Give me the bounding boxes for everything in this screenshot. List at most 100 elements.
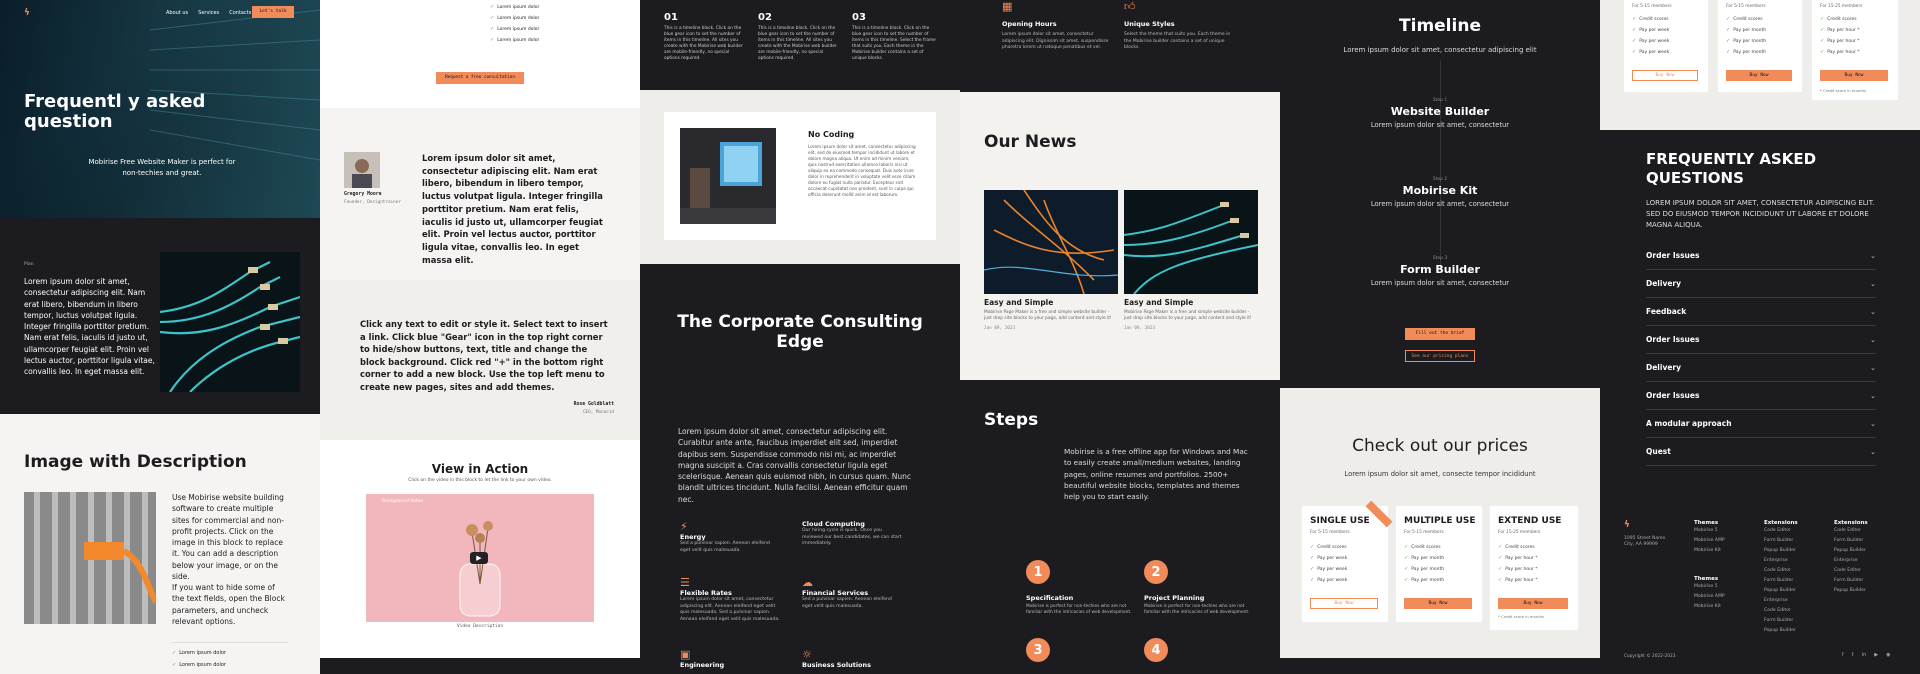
video-player[interactable]: Background Video ▶ bbox=[366, 494, 594, 622]
fill-brief-button[interactable]: Fill out the brief bbox=[1405, 328, 1475, 340]
faq-item[interactable]: Delivery ⌄ bbox=[1646, 270, 1876, 298]
column-4: ▦ Opening Hours Lorem ipsum dolor sit am… bbox=[960, 0, 1280, 674]
check-icon: ✓ bbox=[490, 4, 495, 10]
step-number: 4 bbox=[1144, 638, 1168, 662]
faq-item[interactable]: Order Issues ⌄ bbox=[1646, 326, 1876, 354]
faq-item[interactable]: Quest ⌄ bbox=[1646, 438, 1876, 466]
faq-item[interactable]: Order Issues ⌄ bbox=[1646, 382, 1876, 410]
footer-link[interactable]: Mobirise Kit bbox=[1694, 602, 1725, 612]
check-icon: ✓ bbox=[1726, 38, 1731, 44]
pricing-plans-button[interactable]: See our pricing plans bbox=[1405, 350, 1475, 362]
nav-link-about[interactable]: About us bbox=[166, 10, 188, 16]
buy-now-button[interactable]: Buy Now bbox=[1726, 70, 1792, 81]
timeline-subtitle: Lorem ipsum dolor sit amet, consectetur … bbox=[1343, 46, 1537, 54]
footer-link[interactable]: Mobirise AMP bbox=[1694, 592, 1725, 602]
feature-text: Sed a pulvinar sapien. Aenean eleifend e… bbox=[680, 541, 770, 553]
feature-item: ⚡ Energy Sed a pulvinar sapien. Aenean e… bbox=[680, 520, 780, 554]
footer-link[interactable]: Form Builder bbox=[1834, 536, 1868, 546]
footer-link[interactable]: Mobirise AMP bbox=[1694, 536, 1725, 546]
feature-text: Sed a pulvinar sapien. Aenean eleifend e… bbox=[802, 597, 892, 609]
video-section: View in Action Click on the video in thi… bbox=[320, 440, 640, 658]
faq-item[interactable]: Order Issues ⌄ bbox=[1646, 242, 1876, 270]
footer-link[interactable]: Code Editor bbox=[1764, 526, 1798, 536]
footer-link[interactable]: Form Builder bbox=[1764, 616, 1798, 626]
footer-link[interactable]: Code Editor bbox=[1834, 526, 1868, 536]
plan-features: ✓ Credit scores ✓ Pay per month ✓ Pay per m… bbox=[1726, 14, 1766, 58]
lets-talk-button[interactable]: Let's talk bbox=[252, 6, 294, 18]
check-icon: ✓ bbox=[1404, 555, 1409, 561]
buy-now-button[interactable]: Buy Now bbox=[1310, 598, 1378, 609]
steps-section: Steps Mobirise is a free offline app for… bbox=[960, 380, 1280, 674]
footer-link[interactable]: Enterprise bbox=[1764, 596, 1798, 606]
testimonial-section: Gregory Moore Founder, Designtrainer Lor… bbox=[320, 108, 640, 280]
chevron-down-icon: ⌄ bbox=[1870, 307, 1876, 316]
check-icon: ✓ bbox=[1820, 49, 1825, 55]
buy-now-button[interactable]: Buy Now bbox=[1498, 598, 1568, 609]
plan-feature: ✓ Credit scores bbox=[1498, 544, 1535, 550]
buy-now-button[interactable]: Buy Now bbox=[1632, 70, 1698, 81]
check-item: ✓ Lorem ipsum dolor bbox=[490, 37, 539, 44]
footer-link[interactable]: Code Editor bbox=[1764, 606, 1798, 616]
check-item: ✓ Lorem ipsum dolor bbox=[172, 662, 226, 669]
footer-link[interactable]: Code Editor bbox=[1834, 566, 1868, 576]
image-desc-p2: If you want to hide some of the text fie… bbox=[172, 583, 285, 626]
footer-link[interactable]: Form Builder bbox=[1764, 576, 1798, 586]
plan-sub: For 5-15 members bbox=[1632, 4, 1672, 9]
column-6: For 5-15 members ✓ Credit scores ✓ Pay per… bbox=[1600, 0, 1920, 674]
plan-name: MULTIPLE USE bbox=[1404, 516, 1476, 526]
footer-link[interactable]: Enterprise bbox=[1834, 556, 1868, 566]
twitter-icon[interactable]: t bbox=[1852, 652, 1854, 658]
image-desc-p1: Use Mobirise website building software t… bbox=[172, 493, 284, 582]
footer-link[interactable]: Popup Builder bbox=[1834, 586, 1868, 596]
consultation-button[interactable]: Request a free consultation bbox=[436, 72, 524, 84]
column-2: ✓ Lorem ipsum dolor ✓ Lorem ipsum dolor ✓ L… bbox=[320, 0, 640, 674]
plan-name: SINGLE USE bbox=[1310, 516, 1370, 526]
quote-text: Click any text to edit or style it. Sele… bbox=[360, 319, 608, 392]
footer-link[interactable]: Code Editor bbox=[1764, 566, 1798, 576]
check-icon: ✓ bbox=[1632, 27, 1637, 33]
buy-now-button[interactable]: Buy Now bbox=[1404, 598, 1472, 609]
footer-column: Extensions Code Editor Form Builder Popu… bbox=[1764, 520, 1798, 636]
timeline-item: 03 This is a timeline block. Click on th… bbox=[852, 12, 936, 62]
youtube-icon[interactable]: ▶ bbox=[1874, 652, 1878, 658]
check-icon: ✓ bbox=[1404, 566, 1409, 572]
plan-features: ✓ Credit scores ✓ Pay per week ✓ Pay per we… bbox=[1310, 542, 1347, 586]
news-item[interactable]: Easy and Simple Mobirise Page Maker is a… bbox=[984, 298, 1118, 331]
footer-link[interactable]: Form Builder bbox=[1834, 576, 1868, 586]
footer-link[interactable]: Mobirise 5 bbox=[1694, 582, 1725, 592]
nav-link-services[interactable]: Services bbox=[198, 10, 219, 16]
footer-logo-icon[interactable]: ϟ bbox=[1624, 520, 1630, 530]
faq-item[interactable]: Delivery ⌄ bbox=[1646, 354, 1876, 382]
footer-link[interactable]: Popup Builder bbox=[1834, 546, 1868, 556]
hours-styles-section: ▦ Opening Hours Lorem ipsum dolor sit am… bbox=[960, 0, 1280, 92]
footer-link[interactable]: Popup Builder bbox=[1764, 626, 1798, 636]
plan-name: EXTEND USE bbox=[1498, 516, 1562, 526]
play-icon[interactable]: ▶ bbox=[470, 552, 488, 564]
footer-link[interactable]: Enterprise bbox=[1764, 556, 1798, 566]
check-icon: ✓ bbox=[490, 37, 495, 43]
rss-icon[interactable]: ◉ bbox=[1886, 652, 1890, 658]
faq-item[interactable]: Feedback ⌄ bbox=[1646, 298, 1876, 326]
bolt-icon: ⚡ bbox=[680, 520, 688, 533]
news-item[interactable]: Easy and Simple Mobirise Page Maker is a… bbox=[1124, 298, 1258, 331]
facebook-icon[interactable]: f bbox=[1842, 652, 1844, 658]
plan-feature: ✓ Pay per week bbox=[1632, 49, 1670, 55]
logo-icon[interactable]: ϟ bbox=[24, 8, 30, 18]
footer-link[interactable]: Form Builder bbox=[1764, 536, 1798, 546]
check-icon: ✓ bbox=[490, 26, 495, 32]
check-icon: ✓ bbox=[1632, 38, 1637, 44]
footer-link[interactable]: Popup Builder bbox=[1764, 546, 1798, 556]
faq-item[interactable]: A modular approach ⌄ bbox=[1646, 410, 1876, 438]
nav-link-contacts[interactable]: Contacts bbox=[229, 10, 251, 16]
price-card: For 5-15 members ✓ Credit scores ✓ Pay per… bbox=[1718, 0, 1802, 92]
social-icons: f t in ▶ ◉ bbox=[1842, 652, 1891, 658]
fiber-cable-image bbox=[160, 252, 300, 392]
prices-title: Check out our prices bbox=[1352, 436, 1528, 456]
footer-link[interactable]: Mobirise 5 bbox=[1694, 526, 1725, 536]
footer-link[interactable]: Mobirise Kit bbox=[1694, 546, 1725, 556]
corporate-section: The Corporate Consulting Edge Lorem ipsu… bbox=[640, 264, 960, 674]
footer-link[interactable]: Popup Builder bbox=[1764, 586, 1798, 596]
linkedin-icon[interactable]: in bbox=[1862, 652, 1867, 658]
news-item-text: Mobirise Page Maker is a free and simple… bbox=[1124, 310, 1252, 321]
buy-now-button[interactable]: Buy Now bbox=[1820, 70, 1888, 81]
